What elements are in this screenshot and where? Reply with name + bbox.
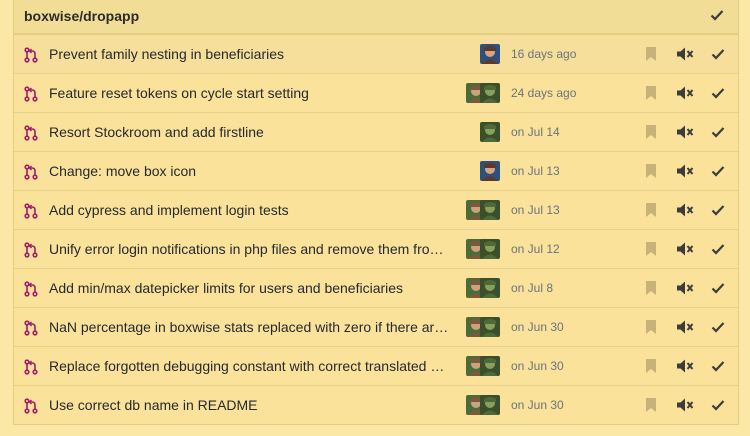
mute-icon[interactable]	[676, 85, 694, 101]
notification-title[interactable]: Feature reset tokens on cycle start sett…	[49, 85, 449, 101]
participant-avatars	[480, 44, 500, 64]
notification-list: Prevent family nesting in beneficiaries …	[13, 34, 739, 425]
avatar-person-c[interactable]	[480, 356, 500, 376]
notification-time: 16 days ago	[511, 47, 577, 61]
notification-row[interactable]: Change: move box icon on Jul 13	[14, 151, 738, 190]
avatar-person-c[interactable]	[480, 83, 500, 103]
bookmark-icon[interactable]	[645, 124, 657, 140]
pull-request-icon	[24, 203, 38, 219]
mark-as-read-icon[interactable]	[711, 242, 725, 256]
notification-title[interactable]: Prevent family nesting in beneficiaries	[49, 46, 449, 62]
notification-row[interactable]: Add min/max datepicker limits for users …	[14, 268, 738, 307]
notification-title[interactable]: Change: move box icon	[49, 163, 449, 179]
pull-request-icon	[24, 242, 38, 258]
bookmark-icon[interactable]	[645, 202, 657, 218]
mute-icon[interactable]	[676, 124, 694, 140]
notification-title[interactable]: Resort Stockroom and add firstline	[49, 124, 449, 140]
bookmark-icon[interactable]	[645, 163, 657, 179]
bookmark-icon[interactable]	[645, 241, 657, 257]
participant-avatars	[466, 83, 500, 103]
pull-request-icon	[24, 47, 38, 63]
avatar-person-c[interactable]	[480, 317, 500, 337]
participant-avatars	[466, 356, 500, 376]
bookmark-icon[interactable]	[645, 397, 657, 413]
mark-as-read-icon[interactable]	[711, 86, 725, 100]
notification-row[interactable]: Replace forgotten debugging constant wit…	[14, 346, 738, 385]
notification-row[interactable]: Add cypress and implement login tests on…	[14, 190, 738, 229]
pull-request-icon	[24, 398, 38, 414]
notification-row[interactable]: Prevent family nesting in beneficiaries …	[14, 34, 738, 73]
notifications-panel: boxwise/dropapp Prevent family nesting i…	[0, 0, 750, 436]
notification-title[interactable]: Replace forgotten debugging constant wit…	[49, 358, 449, 374]
avatar-person-a[interactable]	[480, 44, 500, 64]
notification-row[interactable]: Use correct db name in README on Jun 30	[14, 385, 738, 424]
notification-row[interactable]: Feature reset tokens on cycle start sett…	[14, 73, 738, 112]
notification-title[interactable]: Unify error login notifications in php f…	[49, 241, 449, 257]
mute-icon[interactable]	[676, 280, 694, 296]
pull-request-icon	[24, 125, 38, 141]
notification-title[interactable]: NaN percentage in boxwise stats replaced…	[49, 319, 449, 335]
avatar-person-c[interactable]	[480, 239, 500, 259]
mute-icon[interactable]	[676, 202, 694, 218]
pull-request-icon	[24, 359, 38, 375]
notification-time: on Jun 30	[511, 359, 564, 373]
notification-time: on Jul 14	[511, 125, 560, 139]
notification-row[interactable]: Unify error login notifications in php f…	[14, 229, 738, 268]
mark-as-read-icon[interactable]	[711, 203, 725, 217]
participant-avatars	[466, 317, 500, 337]
pull-request-icon	[24, 86, 38, 102]
mute-icon[interactable]	[676, 397, 694, 413]
mute-icon[interactable]	[676, 163, 694, 179]
notification-time: on Jun 30	[511, 398, 564, 412]
mute-icon[interactable]	[676, 358, 694, 374]
avatar-person-c[interactable]	[480, 395, 500, 415]
participant-avatars	[466, 278, 500, 298]
notification-time: 24 days ago	[511, 86, 577, 100]
avatar-person-a[interactable]	[480, 161, 500, 181]
avatar-person-c[interactable]	[480, 278, 500, 298]
notification-title[interactable]: Use correct db name in README	[49, 397, 449, 413]
bookmark-icon[interactable]	[645, 280, 657, 296]
participant-avatars	[466, 200, 500, 220]
mark-all-read-button[interactable]	[710, 8, 724, 27]
participant-avatars	[466, 395, 500, 415]
notification-time: on Jul 8	[511, 281, 554, 295]
notification-title[interactable]: Add cypress and implement login tests	[49, 202, 449, 218]
repo-header: boxwise/dropapp	[13, 0, 739, 34]
repo-name-link[interactable]: boxwise/dropapp	[24, 8, 139, 24]
pull-request-icon	[24, 164, 38, 180]
bookmark-icon[interactable]	[645, 358, 657, 374]
mark-as-read-icon[interactable]	[711, 320, 725, 334]
notification-row[interactable]: NaN percentage in boxwise stats replaced…	[14, 307, 738, 346]
bookmark-icon[interactable]	[645, 319, 657, 335]
bookmark-icon[interactable]	[645, 85, 657, 101]
mute-icon[interactable]	[676, 319, 694, 335]
mark-as-read-icon[interactable]	[711, 47, 725, 61]
participant-avatars	[480, 161, 500, 181]
mute-icon[interactable]	[676, 46, 694, 62]
notification-title[interactable]: Add min/max datepicker limits for users …	[49, 280, 449, 296]
notification-time: on Jun 30	[511, 320, 564, 334]
mark-as-read-icon[interactable]	[711, 281, 725, 295]
notification-time: on Jul 13	[511, 203, 560, 217]
bookmark-icon[interactable]	[645, 46, 657, 62]
notification-time: on Jul 12	[511, 242, 560, 256]
notification-time: on Jul 13	[511, 164, 560, 178]
avatar-person-c[interactable]	[480, 122, 500, 142]
participant-avatars	[466, 239, 500, 259]
check-icon	[710, 10, 724, 21]
avatar-person-c[interactable]	[480, 200, 500, 220]
pull-request-icon	[24, 281, 38, 297]
mark-as-read-icon[interactable]	[711, 164, 725, 178]
mark-as-read-icon[interactable]	[711, 125, 725, 139]
pull-request-icon	[24, 320, 38, 336]
mark-as-read-icon[interactable]	[711, 359, 725, 373]
mute-icon[interactable]	[676, 241, 694, 257]
participant-avatars	[480, 122, 500, 142]
mark-as-read-icon[interactable]	[711, 398, 725, 412]
notification-row[interactable]: Resort Stockroom and add firstline on Ju…	[14, 112, 738, 151]
